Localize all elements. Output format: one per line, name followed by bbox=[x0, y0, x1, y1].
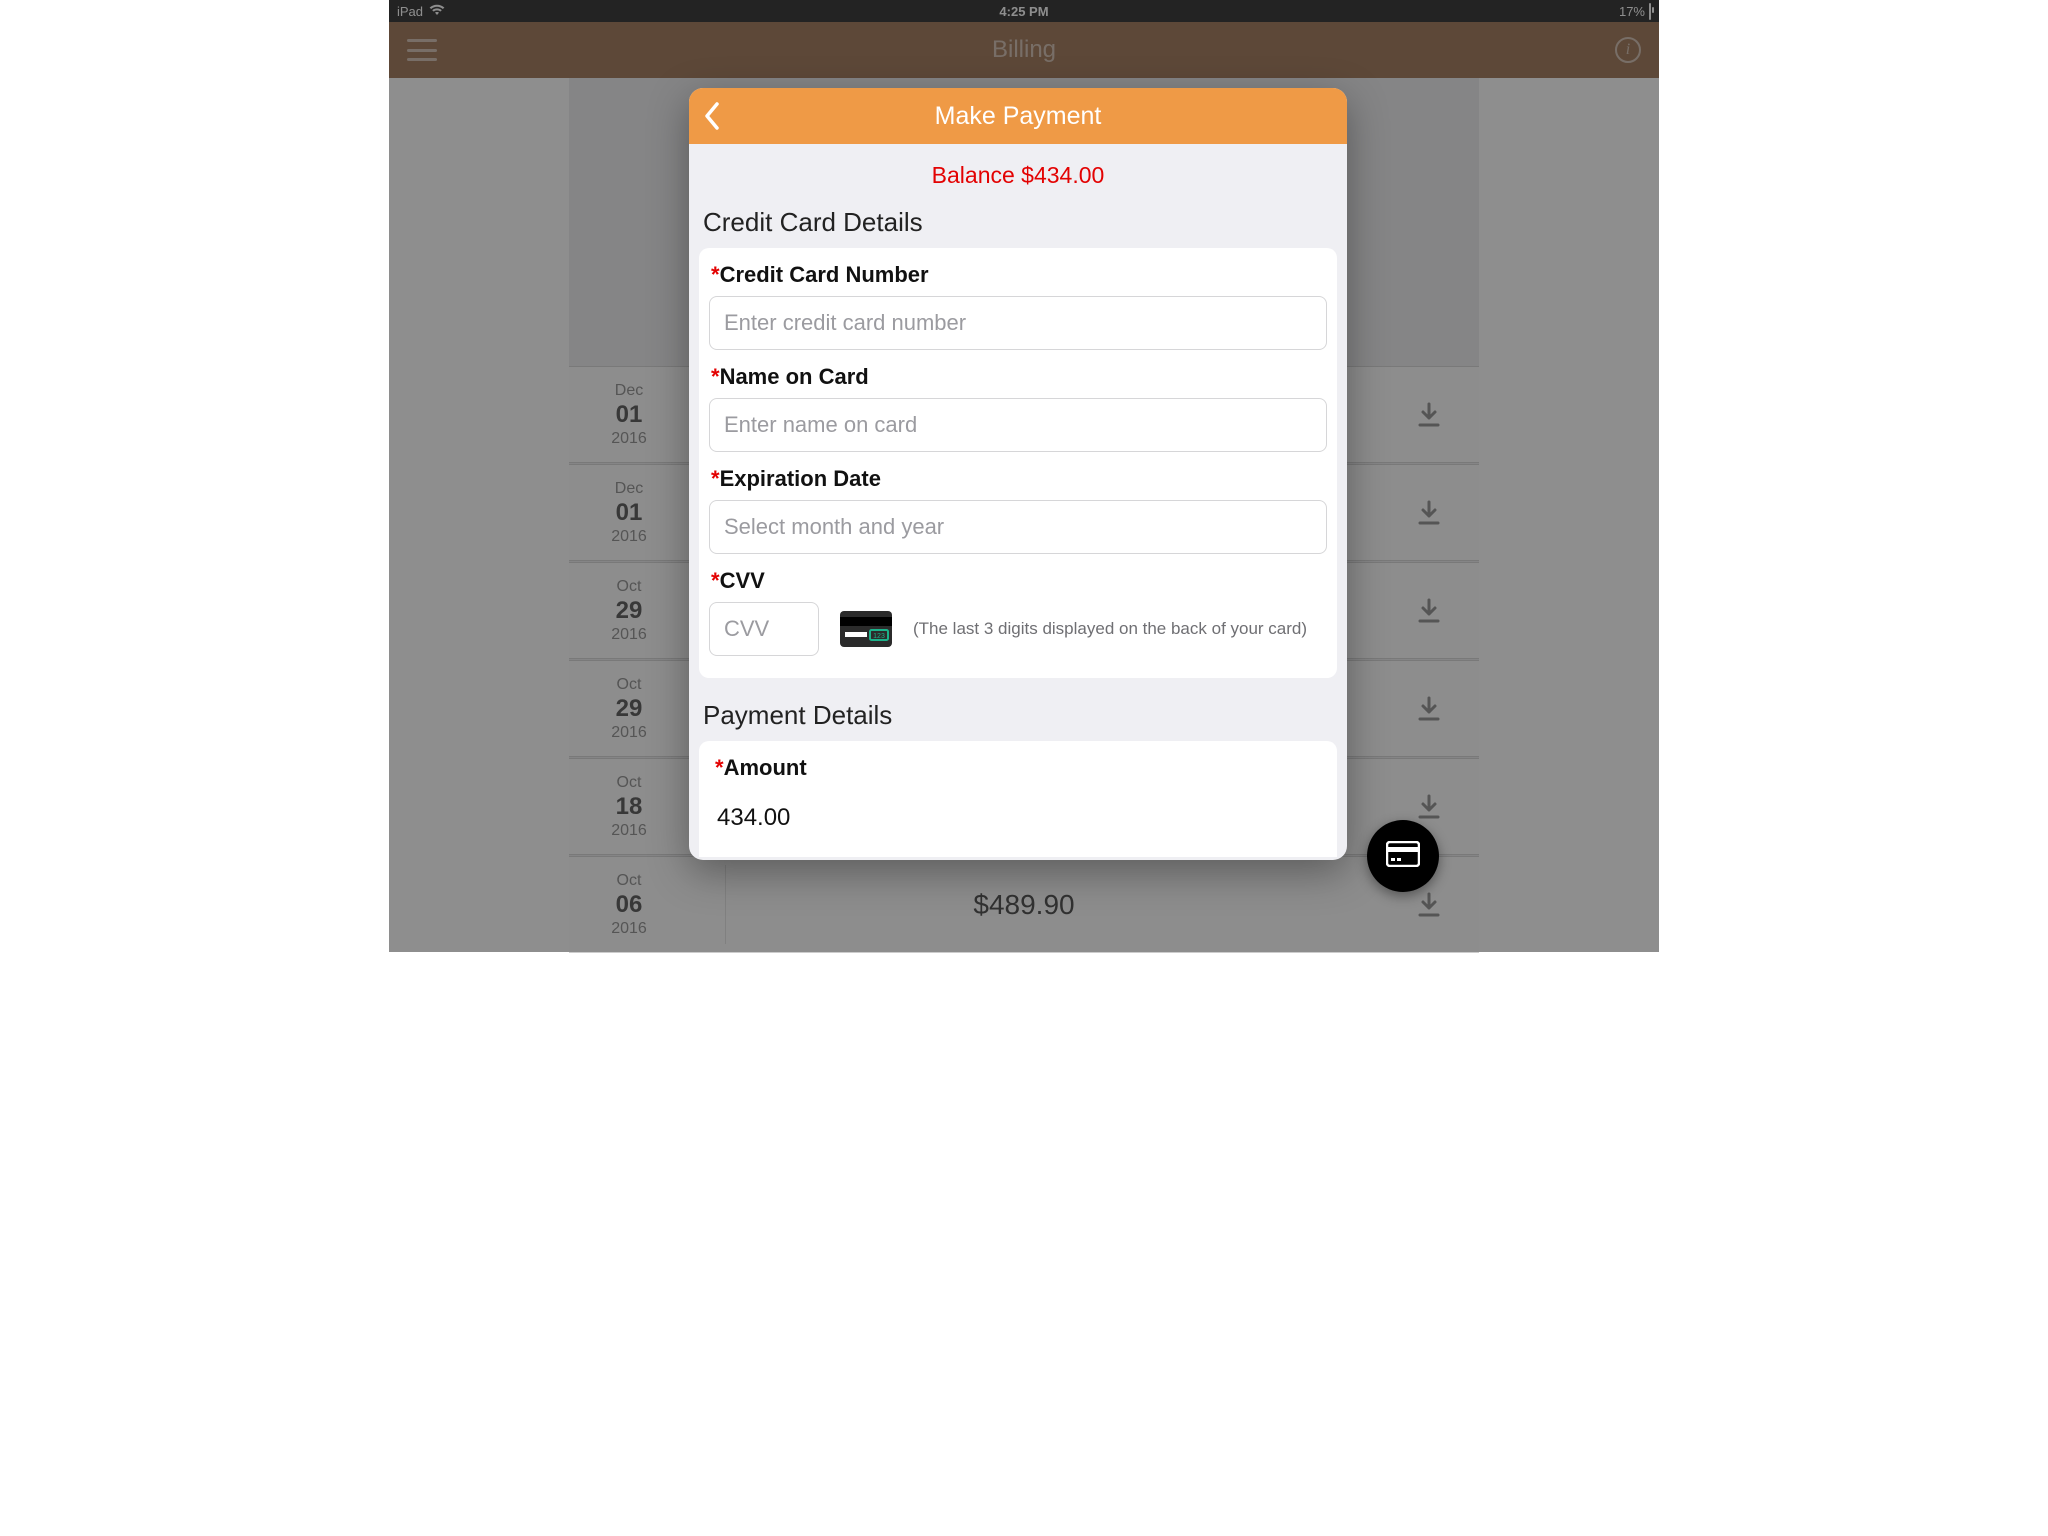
required-mark: * bbox=[711, 364, 720, 389]
required-mark: * bbox=[711, 568, 720, 593]
name-input[interactable] bbox=[709, 398, 1327, 452]
balance-label: Balance $434.00 bbox=[689, 144, 1347, 199]
exp-field: *Expiration Date bbox=[709, 466, 1327, 554]
svg-text:123: 123 bbox=[873, 633, 885, 640]
cvv-field: *CVV 123 (The last 3 dig bbox=[709, 568, 1327, 656]
modal-body[interactable]: Balance $434.00 Credit Card Details *Cre… bbox=[689, 144, 1347, 860]
exp-label: Expiration Date bbox=[720, 466, 881, 491]
name-label: Name on Card bbox=[720, 364, 869, 389]
required-mark: * bbox=[711, 262, 720, 287]
screen: iPad 4:25 PM 17% Billing i Dec012016Dec0… bbox=[389, 0, 1659, 952]
amount-label: Amount bbox=[724, 755, 807, 780]
cvv-label: CVV bbox=[720, 568, 765, 593]
amount-input[interactable] bbox=[713, 789, 1323, 847]
required-mark: * bbox=[715, 755, 724, 780]
cc-section-title: Credit Card Details bbox=[689, 199, 1347, 248]
cc-details-card: *Credit Card Number *Name on Card *Expir… bbox=[699, 248, 1337, 678]
required-mark: * bbox=[711, 466, 720, 491]
modal-title: Make Payment bbox=[935, 102, 1102, 131]
cc-number-label: Credit Card Number bbox=[720, 262, 929, 287]
make-payment-modal: Make Payment Balance $434.00 Credit Card… bbox=[689, 88, 1347, 860]
card-back-icon: 123 bbox=[839, 610, 893, 648]
cc-number-input[interactable] bbox=[709, 296, 1327, 350]
credit-card-icon bbox=[1386, 841, 1420, 872]
payment-fab[interactable] bbox=[1367, 820, 1439, 892]
cvv-input[interactable] bbox=[709, 602, 819, 656]
cc-number-field: *Credit Card Number bbox=[709, 262, 1327, 350]
exp-input[interactable] bbox=[709, 500, 1327, 554]
back-button[interactable] bbox=[703, 88, 743, 144]
payment-details-card: *Amount bbox=[699, 741, 1337, 857]
amount-field: *Amount bbox=[713, 755, 1323, 847]
name-field: *Name on Card bbox=[709, 364, 1327, 452]
cvv-hint: (The last 3 digits displayed on the back… bbox=[913, 619, 1307, 639]
modal-header: Make Payment bbox=[689, 88, 1347, 144]
payment-section-title: Payment Details bbox=[689, 692, 1347, 741]
